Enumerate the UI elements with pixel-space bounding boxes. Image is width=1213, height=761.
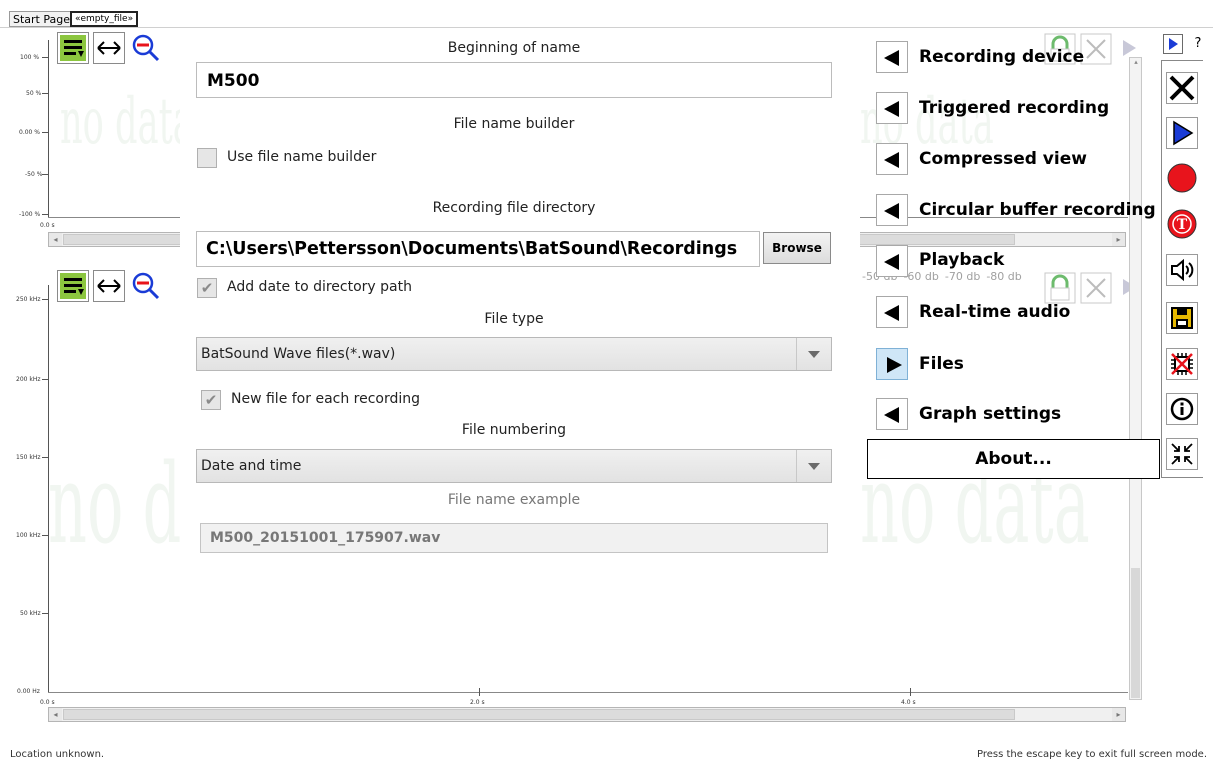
bottom-y-axis xyxy=(48,285,49,693)
speaker-icon[interactable] xyxy=(1166,254,1198,286)
fit-width-icon[interactable] xyxy=(93,32,125,64)
close-icon[interactable] xyxy=(1166,72,1198,104)
no-chip-icon[interactable] xyxy=(1166,348,1198,380)
collapse-left-icon[interactable] xyxy=(876,194,908,226)
triggered-record-icon[interactable]: T xyxy=(1166,208,1198,240)
file-name-example-field: M500_20151001_175907.wav xyxy=(200,523,828,553)
collapse-left-icon[interactable] xyxy=(876,296,908,328)
play-recording-icon[interactable] xyxy=(1166,117,1198,149)
save-icon[interactable] xyxy=(1166,302,1198,334)
beginning-of-name-value: M500 xyxy=(207,71,260,91)
use-file-name-builder-label: Use file name builder xyxy=(227,149,377,165)
file-type-select[interactable]: BatSound Wave files(*.wav) xyxy=(196,337,832,371)
bottom-ytick: 200 kHz xyxy=(16,376,41,383)
svg-text:T: T xyxy=(1177,217,1188,233)
add-date-label: Add date to directory path xyxy=(227,279,412,295)
info-icon[interactable] xyxy=(1166,393,1198,425)
files-settings-panel xyxy=(180,28,860,568)
top-ytick: 0.00 % xyxy=(19,129,40,136)
file-name-builder-label: File name builder xyxy=(453,116,575,132)
top-y-axis xyxy=(48,40,49,218)
new-file-checkbox[interactable]: ✔ xyxy=(201,390,221,410)
collapse-left-icon[interactable] xyxy=(876,143,908,175)
scroll-left-icon[interactable]: ◂ xyxy=(49,233,62,246)
beginning-of-name-input[interactable]: M500 xyxy=(196,62,832,98)
recording-dir-value: C:\Users\Pettersson\Documents\BatSound\R… xyxy=(206,239,738,259)
file-numbering-label: File numbering xyxy=(461,422,567,438)
bottom-ytick: 50 kHz xyxy=(20,610,41,617)
bottom-xtick: 2.0 s xyxy=(470,699,485,706)
close-graph-icon[interactable] xyxy=(1080,272,1112,304)
record-icon[interactable] xyxy=(1166,162,1198,194)
file-type-label: File type xyxy=(484,311,544,327)
file-name-example-value: M500_20151001_175907.wav xyxy=(210,530,441,546)
browse-button[interactable]: Browse xyxy=(763,232,831,264)
about-button[interactable]: About... xyxy=(867,439,1160,479)
collapse-left-icon[interactable] xyxy=(876,245,908,277)
zoom-out-icon[interactable] xyxy=(130,270,162,302)
zoom-out-icon[interactable] xyxy=(130,32,162,64)
bottom-horizontal-scrollbar[interactable]: ◂ ▸ xyxy=(48,707,1126,722)
tab-empty-file[interactable]: «empty_file» xyxy=(70,11,139,27)
bottom-x-axis xyxy=(48,692,1128,693)
help-icon[interactable]: ? xyxy=(1188,34,1208,54)
recording-dir-label: Recording file directory xyxy=(432,200,596,216)
top-watermark: no data xyxy=(60,85,194,159)
close-graph-icon[interactable] xyxy=(1080,33,1112,65)
scroll-left-icon[interactable]: ◂ xyxy=(49,708,62,721)
bottom-ytick: 100 kHz xyxy=(16,532,41,539)
lock-icon[interactable] xyxy=(1044,272,1076,304)
list-down-icon[interactable] xyxy=(57,270,89,302)
chevron-down-icon[interactable] xyxy=(796,450,831,482)
fit-width-icon[interactable] xyxy=(93,270,125,302)
expand-right-icon[interactable] xyxy=(876,348,908,380)
new-file-label: New file for each recording xyxy=(231,391,421,407)
list-down-icon[interactable] xyxy=(57,32,89,64)
collapse-left-icon[interactable] xyxy=(876,398,908,430)
bottom-ytick: 150 kHz xyxy=(16,454,41,461)
file-numbering-value: Date and time xyxy=(201,458,302,474)
exit-fullscreen-icon[interactable] xyxy=(1166,438,1198,470)
top-ytick: 100 % xyxy=(20,54,40,61)
recording-dir-input[interactable]: C:\Users\Pettersson\Documents\BatSound\R… xyxy=(196,231,760,267)
vertical-scrollbar[interactable]: ▴ xyxy=(1129,57,1142,700)
status-fullscreen-hint: Press the escape key to exit full screen… xyxy=(977,749,1207,760)
bottom-xtick: 0.0 s xyxy=(40,699,55,706)
chevron-down-icon[interactable] xyxy=(796,338,831,370)
tab-start-page[interactable]: Start Page xyxy=(9,11,74,27)
top-xtick: 0.0 s xyxy=(40,222,55,229)
top-ytick: -50 % xyxy=(25,171,43,178)
scroll-right-icon[interactable]: ▸ xyxy=(1112,233,1125,246)
bottom-xtick: 4.0 s xyxy=(901,699,916,706)
file-numbering-select[interactable]: Date and time xyxy=(196,449,832,483)
collapse-left-icon[interactable] xyxy=(876,41,908,73)
beginning-of-name-label: Beginning of name xyxy=(447,40,581,56)
use-file-name-builder-checkbox[interactable] xyxy=(197,148,217,168)
scroll-up-icon[interactable]: ▴ xyxy=(1131,58,1141,70)
top-ytick: -100 % xyxy=(19,211,41,218)
bottom-ytick: 250 kHz xyxy=(16,296,41,303)
file-name-example-label: File name example xyxy=(447,492,581,508)
add-date-checkbox[interactable]: ✔ xyxy=(197,278,217,298)
bottom-ytick: 0.00 Hz xyxy=(17,688,40,695)
play-icon[interactable] xyxy=(1163,34,1183,54)
collapse-left-icon[interactable] xyxy=(876,92,908,124)
top-ytick: 50 % xyxy=(26,90,42,97)
status-location: Location unknown. xyxy=(10,749,105,760)
file-type-value: BatSound Wave files(*.wav) xyxy=(201,346,396,362)
scroll-right-icon[interactable]: ▸ xyxy=(1112,708,1125,721)
